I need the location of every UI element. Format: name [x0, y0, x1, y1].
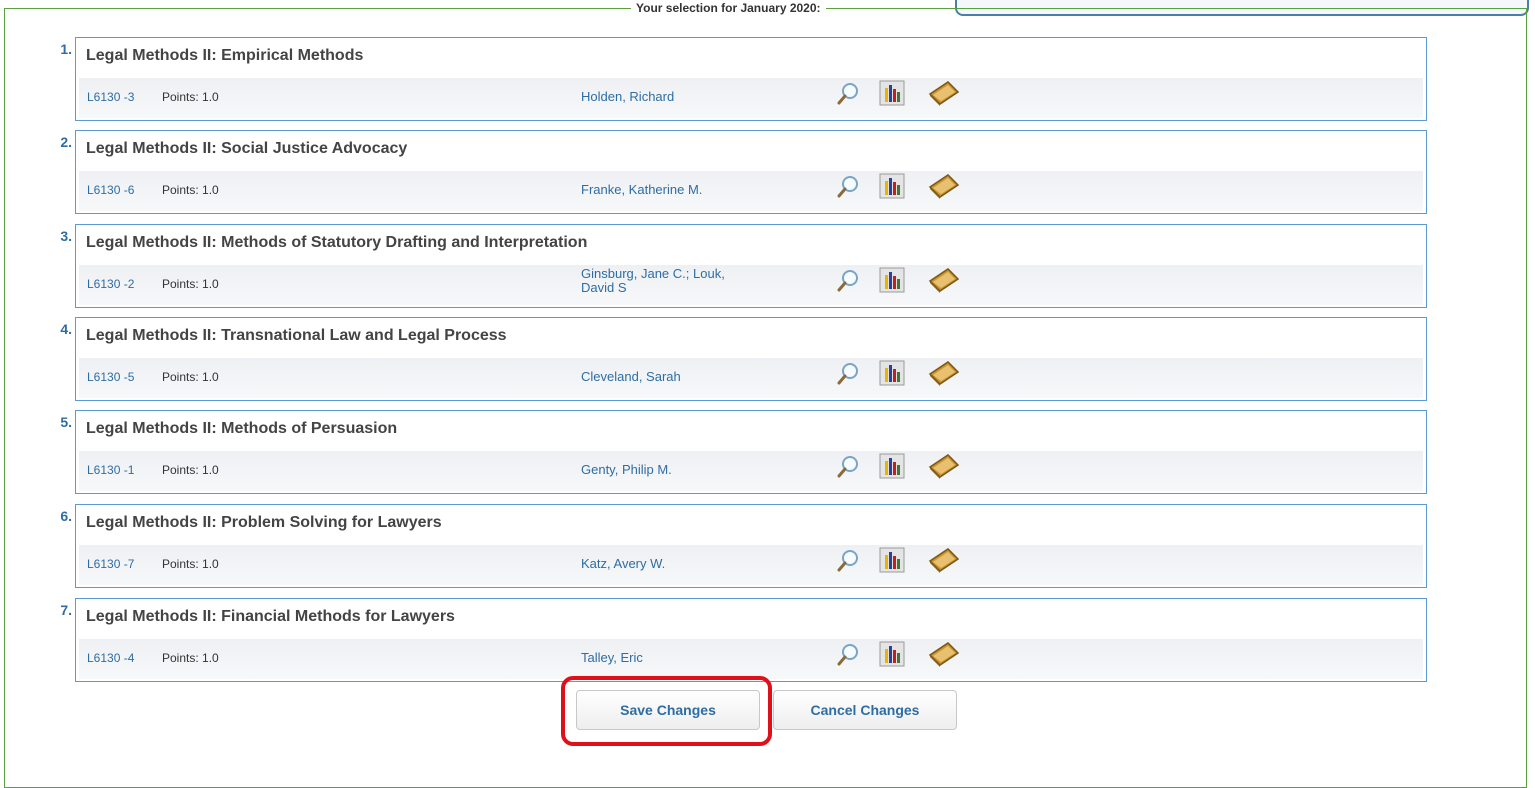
evaluation-chart-icon[interactable] [879, 453, 905, 479]
book-icon[interactable] [928, 451, 960, 479]
course-points: Points: 1.0 [162, 370, 219, 384]
course-points: Points: 1.0 [162, 651, 219, 665]
course-number: 4. [60, 321, 72, 337]
search-icon[interactable] [836, 82, 860, 106]
book-icon[interactable] [928, 545, 960, 573]
book-icon[interactable] [928, 639, 960, 667]
instructor-link[interactable]: Ginsburg, Jane C.; Louk, [581, 267, 725, 280]
evaluation-chart-icon[interactable] [879, 173, 905, 199]
course-card: 7. Legal Methods II: Financial Methods f… [60, 598, 1427, 682]
search-icon[interactable] [836, 269, 860, 293]
instructor-link[interactable]: Franke, Katherine M. [581, 183, 702, 196]
course-code: L6130 -4 [87, 651, 135, 665]
instructor-link[interactable]: Talley, Eric [581, 651, 643, 664]
instructor-link[interactable]: David S [581, 281, 627, 294]
course-details-strip [79, 639, 1423, 679]
instructor-link[interactable]: Katz, Avery W. [581, 557, 665, 570]
course-code: L6130 -5 [87, 370, 135, 384]
course-details-strip [79, 545, 1423, 585]
course-code: L6130 -7 [87, 557, 135, 571]
evaluation-chart-icon[interactable] [879, 547, 905, 573]
course-card: 5. Legal Methods II: Methods of Persuasi… [60, 410, 1427, 494]
course-number: 5. [60, 414, 72, 430]
course-card: 3. Legal Methods II: Methods of Statutor… [60, 224, 1427, 308]
course-title: Legal Methods II: Transnational Law and … [86, 327, 507, 344]
book-icon[interactable] [928, 265, 960, 293]
search-icon[interactable] [836, 549, 860, 573]
course-points: Points: 1.0 [162, 463, 219, 477]
course-card: 6. Legal Methods II: Problem Solving for… [60, 504, 1427, 588]
course-details-strip [79, 358, 1423, 398]
course-details-strip [79, 78, 1423, 118]
evaluation-chart-icon[interactable] [879, 641, 905, 667]
course-number: 6. [60, 508, 72, 524]
search-icon[interactable] [836, 643, 860, 667]
instructor-link[interactable]: Holden, Richard [581, 90, 674, 103]
course-title: Legal Methods II: Empirical Methods [86, 47, 364, 64]
book-icon[interactable] [928, 78, 960, 106]
search-icon[interactable] [836, 175, 860, 199]
book-icon[interactable] [928, 358, 960, 386]
instructor-link[interactable]: Cleveland, Sarah [581, 370, 681, 383]
course-code: L6130 -6 [87, 183, 135, 197]
course-number: 7. [60, 602, 72, 618]
course-title: Legal Methods II: Problem Solving for La… [86, 514, 442, 531]
course-card: 4. Legal Methods II: Transnational Law a… [60, 317, 1427, 401]
course-card: 2. Legal Methods II: Social Justice Advo… [60, 130, 1427, 214]
selection-legend: Your selection for January 2020: [631, 1, 826, 15]
instructor-link[interactable]: Genty, Philip M. [581, 463, 672, 476]
search-icon[interactable] [836, 362, 860, 386]
evaluation-chart-icon[interactable] [879, 267, 905, 293]
save-button-highlight [561, 676, 772, 746]
course-title: Legal Methods II: Social Justice Advocac… [86, 140, 408, 157]
course-title: Legal Methods II: Methods of Persuasion [86, 420, 398, 437]
course-points: Points: 1.0 [162, 557, 219, 571]
course-title: Legal Methods II: Methods of Statutory D… [86, 234, 588, 251]
evaluation-chart-icon[interactable] [879, 360, 905, 386]
course-number: 2. [60, 134, 72, 150]
course-title: Legal Methods II: Financial Methods for … [86, 608, 455, 625]
course-code: L6130 -3 [87, 90, 135, 104]
course-details-strip [79, 171, 1423, 211]
course-card: 1. Legal Methods II: Empirical Methods L… [60, 37, 1427, 121]
course-code: L6130 -2 [87, 277, 135, 291]
course-points: Points: 1.0 [162, 183, 219, 197]
course-number: 1. [60, 41, 72, 57]
course-details-strip [79, 265, 1423, 305]
course-points: Points: 1.0 [162, 277, 219, 291]
cancel-changes-button[interactable]: Cancel Changes [773, 690, 957, 730]
course-points: Points: 1.0 [162, 90, 219, 104]
course-number: 3. [60, 228, 72, 244]
course-details-strip [79, 451, 1423, 491]
course-code: L6130 -1 [87, 463, 135, 477]
search-icon[interactable] [836, 455, 860, 479]
book-icon[interactable] [928, 171, 960, 199]
evaluation-chart-icon[interactable] [879, 80, 905, 106]
